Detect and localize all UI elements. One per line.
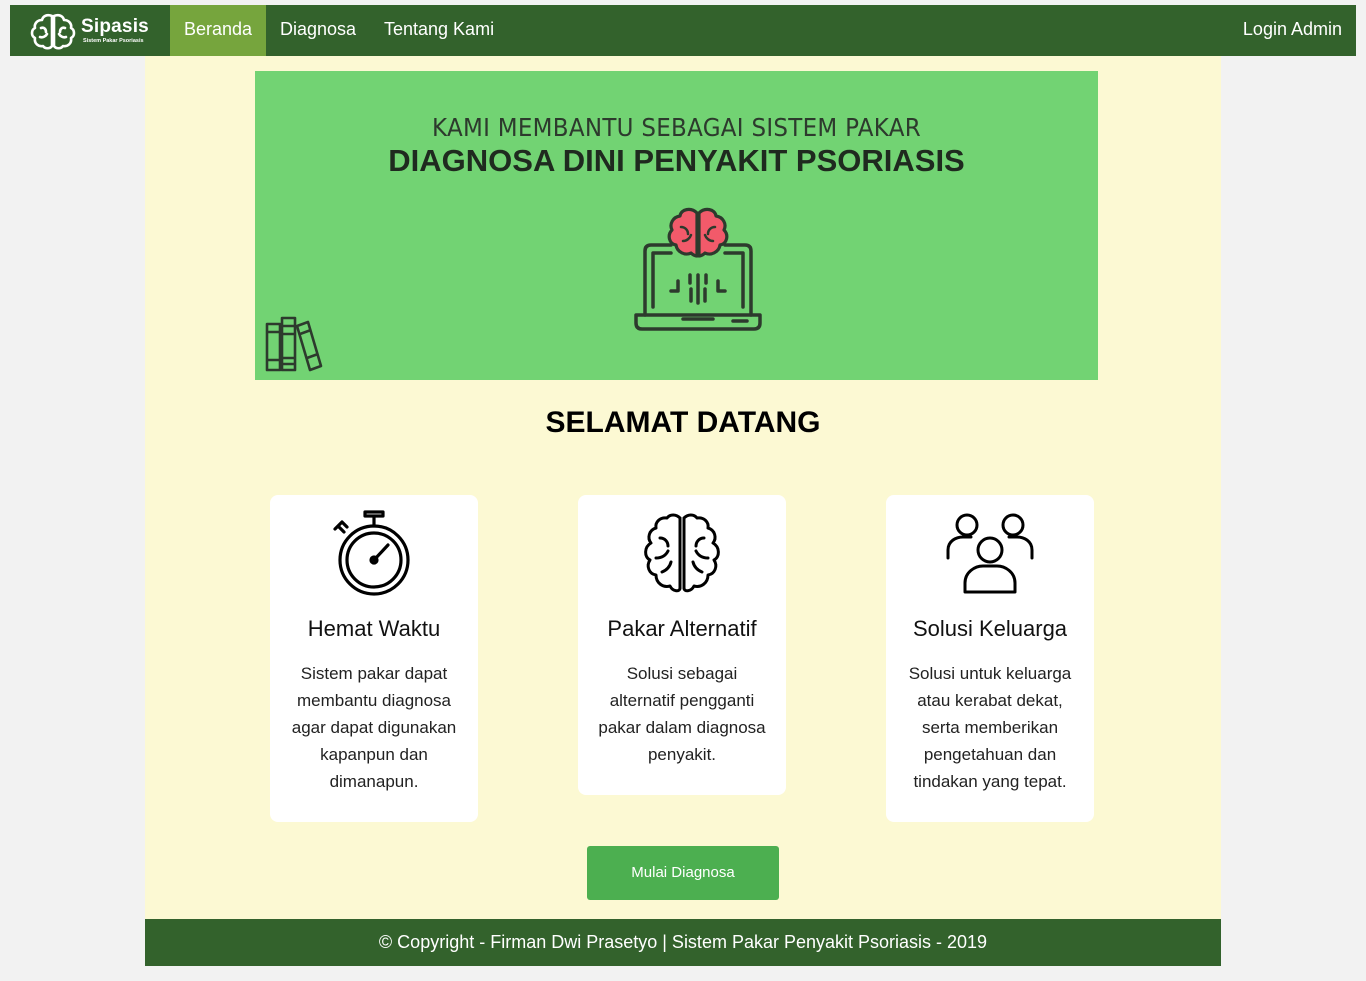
hero-heading: DIAGNOSA DINI PENYAKIT PSORIASIS: [388, 143, 965, 178]
welcome-heading: SELAMAT DATANG: [545, 406, 821, 439]
brain-logo-icon: [30, 13, 76, 50]
brand-logo[interactable]: Sipasis Sistem Pakar Psoriasis: [10, 5, 170, 56]
nav-item-tentang-kami[interactable]: Tentang Kami: [370, 5, 508, 56]
card-description: Solusi sebagai alternatif pengganti paka…: [598, 664, 766, 764]
footer-copyright: © Copyright - Firman Dwi Prasetyo | Sist…: [145, 919, 1221, 966]
brain-laptop-icon: [634, 207, 762, 331]
feature-card-pakar-alternatif: Pakar Alternatif Solusi sebagai alternat…: [578, 495, 786, 795]
login-admin-link[interactable]: Login Admin: [1229, 5, 1356, 56]
users-icon: [946, 513, 1034, 594]
stopwatch-icon: [333, 510, 410, 596]
card-title: Solusi Keluarga: [912, 616, 1068, 641]
books-icon: [265, 316, 323, 372]
hero-banner: KAMI MEMBANTU SEBAGAI SISTEM PAKAR DIAGN…: [255, 71, 1098, 380]
card-title: Pakar Alternatif: [607, 616, 757, 641]
brand-name: Sipasis: [81, 16, 149, 37]
card-title: Hemat Waktu: [307, 616, 441, 641]
feature-card-hemat-waktu: Hemat Waktu Sistem pakar dapat membantu …: [270, 495, 478, 822]
card-description: Solusi untuk keluarga atau kerabat dekat…: [908, 664, 1072, 791]
card-description: Sistem pakar dapat membantu diagnosa aga…: [291, 664, 457, 791]
brain-icon: [644, 513, 720, 593]
hero-subheading: KAMI MEMBANTU SEBAGAI SISTEM PAKAR: [431, 113, 922, 142]
top-navbar: Sipasis Sistem Pakar Psoriasis Beranda D…: [10, 5, 1356, 56]
nav-item-beranda[interactable]: Beranda: [170, 5, 266, 56]
brand-subtitle: Sistem Pakar Psoriasis: [83, 38, 144, 44]
feature-card-solusi-keluarga: Solusi Keluarga Solusi untuk keluarga at…: [886, 495, 1094, 822]
start-diagnosis-button[interactable]: Mulai Diagnosa: [587, 846, 779, 900]
main-content: KAMI MEMBANTU SEBAGAI SISTEM PAKAR DIAGN…: [145, 56, 1221, 919]
nav-item-diagnosa[interactable]: Diagnosa: [266, 5, 370, 56]
